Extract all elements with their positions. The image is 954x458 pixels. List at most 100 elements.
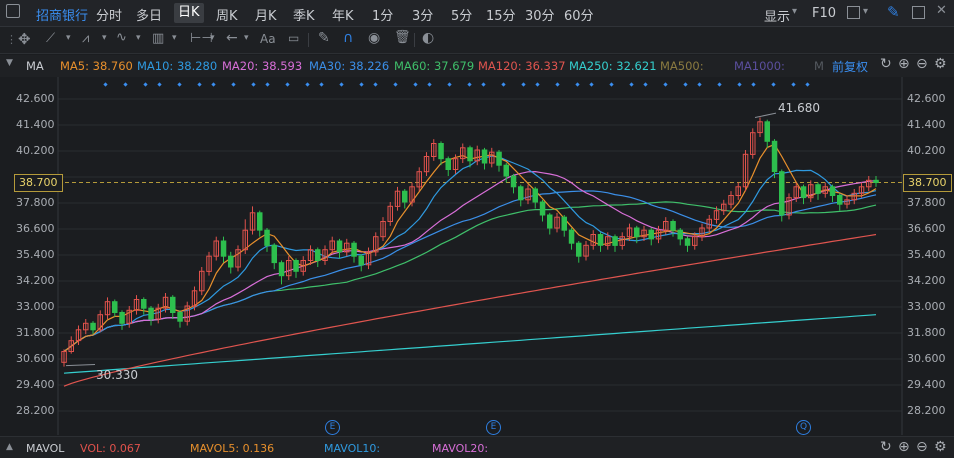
tab-period[interactable]: 日K bbox=[174, 3, 204, 23]
candle-body bbox=[648, 229, 654, 240]
candlestick-chart[interactable] bbox=[0, 77, 954, 458]
indicator-name[interactable]: MA bbox=[26, 59, 44, 73]
close-icon[interactable]: ✕ bbox=[936, 3, 947, 18]
candle-body bbox=[257, 212, 263, 231]
f10-button[interactable]: F10 bbox=[812, 6, 836, 21]
event-marker-e[interactable]: E bbox=[325, 420, 340, 435]
pen-icon[interactable]: ✎ bbox=[887, 3, 900, 21]
drag-handle-icon[interactable]: ⋮ bbox=[6, 33, 17, 46]
tab-period[interactable]: 1分 bbox=[372, 5, 393, 24]
remove-icon[interactable]: ⊖ bbox=[916, 439, 928, 455]
signal-marker bbox=[285, 82, 290, 87]
price-axis-right-tick: 28.200 bbox=[907, 404, 946, 417]
ma-legend-item: MA20: 38.593 bbox=[222, 59, 303, 73]
event-marker-e[interactable]: E bbox=[486, 420, 501, 435]
tab-period[interactable]: 60分 bbox=[564, 5, 594, 24]
ma-legend-item: MA30: 38.226 bbox=[309, 59, 390, 73]
magnet-icon[interactable]: ∩ bbox=[343, 30, 353, 46]
eye-icon[interactable]: ◉ bbox=[368, 30, 380, 46]
candle-body bbox=[612, 236, 618, 246]
signal-marker bbox=[393, 82, 398, 87]
chevron-down-icon[interactable]: ▾ bbox=[210, 33, 215, 43]
candle-body bbox=[112, 301, 118, 313]
signal-marker bbox=[805, 82, 810, 87]
chevron-down-icon[interactable]: ▾ bbox=[136, 33, 141, 43]
window-icon[interactable] bbox=[6, 4, 20, 18]
ma-legend-item: MA250: 32.621 bbox=[569, 59, 657, 73]
checkbox-icon[interactable] bbox=[847, 6, 860, 19]
price-axis-left-tick: 41.400 bbox=[16, 118, 55, 131]
price-axis-right-tick: 37.800 bbox=[907, 196, 946, 209]
ma-legend-item: M bbox=[814, 59, 824, 73]
tab-period[interactable]: 30分 bbox=[525, 5, 555, 24]
chevron-down-icon[interactable]: ▾ bbox=[863, 6, 868, 17]
maximize-icon[interactable] bbox=[912, 6, 925, 19]
candle-body bbox=[684, 238, 691, 246]
stock-name[interactable]: 招商银行 bbox=[36, 5, 88, 24]
signal-marker bbox=[143, 82, 148, 87]
remove-icon[interactable]: ⊖ bbox=[916, 56, 928, 72]
candle-body bbox=[228, 255, 234, 268]
tab-period[interactable]: 15分 bbox=[486, 5, 516, 24]
signal-marker bbox=[575, 82, 580, 87]
collapse-icon[interactable]: ▼ bbox=[6, 58, 13, 68]
signal-marker bbox=[717, 82, 722, 87]
candle-body bbox=[576, 242, 582, 257]
signal-marker bbox=[791, 82, 796, 87]
chart-tool-icon[interactable]: ▥ bbox=[152, 31, 164, 46]
wave-tool-icon[interactable]: ∿ bbox=[116, 30, 127, 45]
tab-period[interactable]: 月K bbox=[255, 5, 277, 24]
signal-marker bbox=[373, 82, 378, 87]
volume-indicator-name[interactable]: MAVOL bbox=[26, 442, 64, 455]
candle-body bbox=[539, 201, 546, 216]
tab-period[interactable]: 分时 bbox=[96, 5, 122, 24]
refresh-icon[interactable]: ↻ bbox=[880, 439, 892, 455]
tab-period[interactable]: 3分 bbox=[412, 5, 433, 24]
price-axis-left-tick: 29.400 bbox=[16, 378, 55, 391]
tab-period[interactable]: 多日 bbox=[136, 5, 162, 24]
tab-period[interactable]: 年K bbox=[332, 5, 354, 24]
ma-legend-item: MA120: 36.337 bbox=[478, 59, 566, 73]
tab-period[interactable]: 周K bbox=[216, 5, 238, 24]
event-marker-q[interactable]: Q bbox=[796, 420, 811, 435]
display-menu[interactable]: 显示 bbox=[764, 6, 790, 25]
candle-body bbox=[873, 179, 879, 184]
vol-value: VOL: 0.067 bbox=[80, 442, 141, 455]
settings-icon[interactable]: ⚙ bbox=[934, 439, 947, 455]
add-icon[interactable]: ⊕ bbox=[898, 439, 910, 455]
candle-body bbox=[568, 229, 575, 244]
signal-marker bbox=[413, 82, 418, 87]
candle-body bbox=[771, 140, 778, 173]
crosshair-icon[interactable]: ✥ bbox=[18, 30, 31, 48]
chevron-down-icon[interactable]: ▾ bbox=[102, 33, 107, 43]
candle-body bbox=[815, 184, 821, 194]
text-tool-button[interactable]: Aa bbox=[260, 32, 276, 46]
channel-tool-icon[interactable]: ⩘ bbox=[82, 31, 89, 46]
chevron-down-icon[interactable]: ▾ bbox=[792, 6, 797, 17]
collapse-icon[interactable]: ▲ bbox=[6, 442, 13, 452]
candle-body bbox=[148, 307, 154, 320]
edit-icon[interactable]: ✎ bbox=[318, 30, 330, 46]
comment-icon[interactable]: ▭ bbox=[288, 31, 299, 45]
refresh-icon[interactable]: ↻ bbox=[880, 56, 892, 72]
low-annotation-line bbox=[65, 364, 96, 367]
trash-icon[interactable]: 🗑 bbox=[394, 30, 411, 45]
chevron-down-icon[interactable]: ▾ bbox=[66, 33, 71, 43]
chevron-down-icon[interactable]: ▾ bbox=[244, 33, 249, 43]
line-tool-icon[interactable]: ⟋ bbox=[46, 31, 55, 46]
settings-icon[interactable]: ⚙ bbox=[934, 56, 947, 72]
toggle-icon[interactable]: ◐ bbox=[422, 30, 434, 46]
tab-period[interactable]: 5分 bbox=[451, 5, 472, 24]
candle-body bbox=[264, 229, 270, 246]
signal-marker bbox=[589, 82, 594, 87]
candle-body bbox=[438, 143, 444, 160]
price-axis-right-tick: 30.600 bbox=[907, 352, 946, 365]
add-icon[interactable]: ⊕ bbox=[898, 56, 910, 72]
arrow-left-icon[interactable]: ← bbox=[226, 30, 238, 46]
candle-body bbox=[293, 260, 299, 272]
chevron-down-icon[interactable]: ▾ bbox=[172, 33, 177, 43]
tab-period[interactable]: 季K bbox=[293, 5, 315, 24]
adjust-button[interactable]: 前复权 bbox=[832, 58, 868, 75]
price-axis-left-tick: 30.600 bbox=[16, 352, 55, 365]
ma30-line bbox=[63, 190, 877, 352]
